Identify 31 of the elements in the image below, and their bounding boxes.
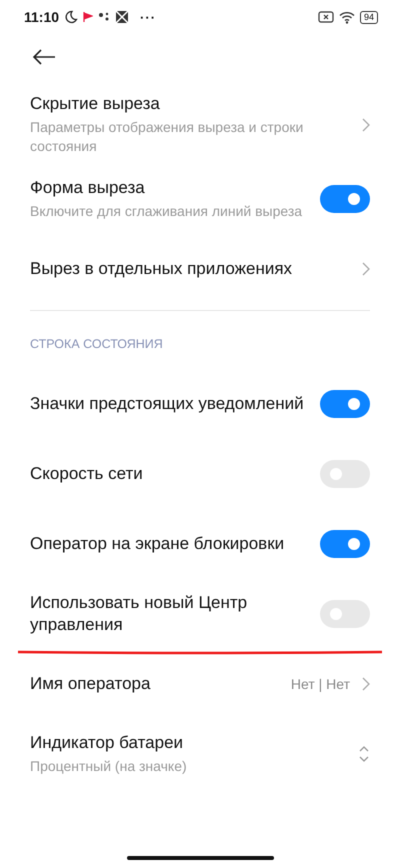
setting-title[interactable]: Вырез в отдельных приложениях (30, 258, 350, 280)
setting-title[interactable]: Имя оператора (30, 673, 279, 695)
setting-value: Нет | Нет (290, 676, 350, 692)
toggle-switch[interactable] (320, 185, 370, 213)
app-icon (115, 10, 130, 24)
chevron-right-icon[interactable] (362, 118, 370, 132)
setting-title[interactable]: Скорость сети (30, 463, 308, 485)
setting-title[interactable]: Использовать новый Центр управления (30, 592, 308, 636)
back-icon[interactable] (32, 49, 56, 65)
setting-description: Включите для сглаживания линий выреза (30, 202, 304, 221)
chevron-right-icon[interactable] (362, 262, 370, 276)
setting-description: Параметры отображения выреза и строки состояния (30, 118, 304, 156)
battery-indicator: 94 (360, 10, 378, 24)
flag-icon (83, 11, 94, 23)
setting-description: Процентный (на значке) (30, 757, 188, 776)
wifi-icon (338, 10, 355, 24)
setting-title[interactable]: Индикатор батареи (30, 732, 346, 754)
dots-icon (98, 11, 110, 23)
setting-title[interactable]: Значки предстоящих уведомлений (30, 393, 308, 415)
setting-title[interactable]: Форма выреза (30, 177, 308, 199)
more-indicator: ··· (140, 10, 156, 24)
toggle-switch[interactable] (320, 390, 370, 418)
toggle-switch[interactable] (320, 530, 370, 558)
status-time: 11:10 (24, 9, 60, 25)
sim-off-icon (318, 11, 334, 23)
moon-icon (64, 10, 78, 24)
up-down-icon[interactable] (358, 745, 370, 763)
chevron-right-icon[interactable] (362, 677, 370, 691)
setting-title[interactable]: Скрытие выреза (30, 93, 350, 115)
section-header: СТРОКА СОСТОЯНИЯ (30, 337, 163, 351)
setting-title[interactable]: Оператор на экране блокировки (30, 533, 308, 555)
